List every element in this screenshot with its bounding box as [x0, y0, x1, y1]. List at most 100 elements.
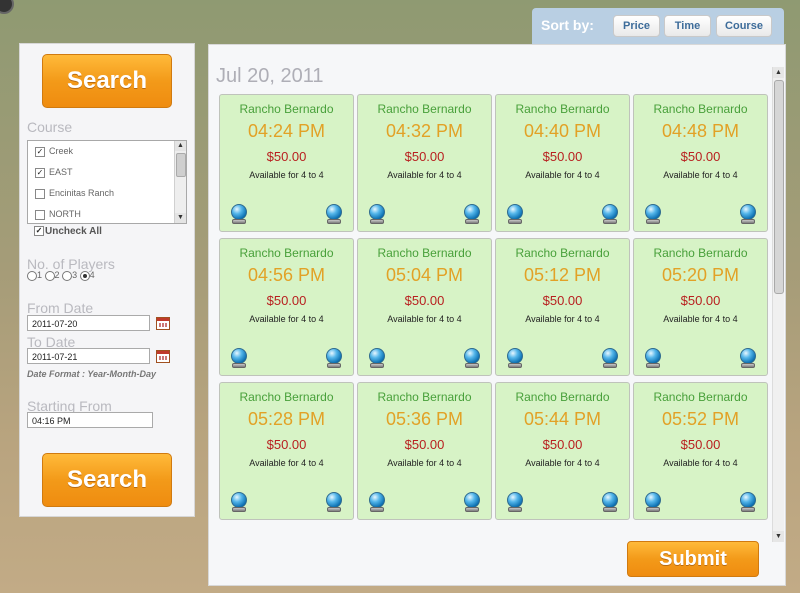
starting-from-input[interactable]: 04:16 PM — [27, 412, 153, 428]
slot-time: 04:40 PM — [523, 121, 602, 141]
tee-time-slot[interactable]: Rancho Bernardo 04:32 PM $50.00 Availabl… — [357, 94, 492, 232]
players-radio-4[interactable] — [79, 270, 90, 281]
scroll-down-icon[interactable]: ▼ — [773, 531, 784, 542]
globe-icon[interactable] — [506, 204, 524, 224]
globe-icon[interactable] — [506, 348, 524, 368]
course-list-scrollbar[interactable]: ▲ ▼ — [174, 141, 186, 223]
results-panel: Jul 20, 2011 Rancho Bernardo 04:24 PM $5… — [208, 44, 786, 586]
slot-availability: Available for 4 to 4 — [525, 170, 600, 180]
globe-icon[interactable] — [739, 492, 757, 512]
course-list[interactable]: ✓ Creek ✓ EAST Encinitas Ranch NORTH ▲ ▼ — [27, 140, 187, 224]
scroll-thumb[interactable] — [176, 153, 186, 177]
slot-price: $50.00 — [542, 437, 583, 452]
course-item-north[interactable]: NORTH — [35, 207, 81, 221]
results-scrollbar[interactable]: ▲ ▼ — [772, 67, 784, 542]
search-button-bottom[interactable]: Search — [42, 453, 172, 507]
globe-icon[interactable] — [506, 492, 524, 512]
to-date-calendar-icon[interactable] — [156, 350, 170, 363]
slot-availability: Available for 4 to 4 — [525, 458, 600, 468]
from-date-input[interactable]: 2011-07-20 — [27, 315, 150, 331]
uncheck-all[interactable]: ✓ Uncheck All — [34, 226, 102, 237]
sort-course-button[interactable]: Course — [716, 15, 772, 37]
tee-time-slot[interactable]: Rancho Bernardo 04:40 PM $50.00 Availabl… — [495, 94, 630, 232]
tee-time-slot[interactable]: Rancho Bernardo 04:56 PM $50.00 Availabl… — [219, 238, 354, 376]
slot-time: 05:04 PM — [385, 265, 464, 285]
slot-course: Rancho Bernardo — [515, 390, 610, 404]
slot-price: $50.00 — [266, 149, 307, 164]
course-checkbox[interactable] — [35, 209, 45, 220]
players-radio-3[interactable] — [62, 270, 73, 281]
tee-time-slot[interactable]: Rancho Bernardo 05:44 PM $50.00 Availabl… — [495, 382, 630, 520]
slot-time: 04:56 PM — [247, 265, 326, 285]
slot-price: $50.00 — [404, 437, 445, 452]
globe-icon[interactable] — [644, 204, 662, 224]
course-checkbox[interactable]: ✓ — [35, 167, 45, 178]
slot-course: Rancho Bernardo — [377, 390, 472, 404]
search-button-top[interactable]: Search — [42, 54, 172, 108]
scroll-up-icon[interactable]: ▲ — [175, 141, 186, 151]
globe-icon[interactable] — [230, 492, 248, 512]
globe-icon[interactable] — [601, 492, 619, 512]
course-checkbox[interactable]: ✓ — [35, 146, 45, 157]
globe-icon[interactable] — [325, 492, 343, 512]
slot-price: $50.00 — [680, 293, 721, 308]
tee-time-slot[interactable]: Rancho Bernardo 05:20 PM $50.00 Availabl… — [633, 238, 768, 376]
sort-time-button[interactable]: Time — [664, 15, 711, 37]
globe-icon[interactable] — [463, 348, 481, 368]
slot-price: $50.00 — [266, 437, 307, 452]
tee-time-slot[interactable]: Rancho Bernardo 05:12 PM $50.00 Availabl… — [495, 238, 630, 376]
slot-course: Rancho Bernardo — [239, 246, 334, 260]
slot-time: 04:48 PM — [661, 121, 740, 141]
globe-icon[interactable] — [601, 348, 619, 368]
date-format-hint: Date Format : Year-Month-Day — [27, 369, 157, 379]
players-radio-1[interactable] — [27, 270, 37, 281]
slot-course: Rancho Bernardo — [239, 390, 334, 404]
tee-time-slot[interactable]: Rancho Bernardo 05:36 PM $50.00 Availabl… — [357, 382, 492, 520]
course-item-east[interactable]: ✓ EAST — [35, 165, 73, 179]
globe-icon[interactable] — [463, 204, 481, 224]
slot-time: 04:24 PM — [247, 121, 326, 141]
slot-price: $50.00 — [404, 293, 445, 308]
slot-time: 05:28 PM — [247, 409, 326, 429]
globe-icon[interactable] — [644, 348, 662, 368]
globe-icon[interactable] — [230, 348, 248, 368]
scroll-down-icon[interactable]: ▼ — [175, 213, 186, 223]
tee-time-slot[interactable]: Rancho Bernardo 05:04 PM $50.00 Availabl… — [357, 238, 492, 376]
players-radio-2[interactable] — [44, 270, 55, 281]
slot-price: $50.00 — [680, 437, 721, 452]
globe-icon[interactable] — [368, 492, 386, 512]
globe-icon[interactable] — [368, 348, 386, 368]
to-date-input[interactable]: 2011-07-21 — [27, 348, 150, 364]
tee-time-slot[interactable]: Rancho Bernardo 05:28 PM $50.00 Availabl… — [219, 382, 354, 520]
sort-price-button[interactable]: Price — [613, 15, 660, 37]
submit-button[interactable]: Submit — [627, 541, 759, 577]
slot-time: 05:44 PM — [523, 409, 602, 429]
globe-icon[interactable] — [325, 348, 343, 368]
globe-icon[interactable] — [325, 204, 343, 224]
scroll-thumb[interactable] — [774, 80, 784, 294]
globe-icon[interactable] — [739, 204, 757, 224]
slot-price: $50.00 — [542, 293, 583, 308]
slot-availability: Available for 4 to 4 — [387, 170, 462, 180]
tee-time-slot[interactable]: Rancho Bernardo 04:48 PM $50.00 Availabl… — [633, 94, 768, 232]
course-checkbox[interactable] — [35, 188, 45, 199]
from-date-calendar-icon[interactable] — [156, 317, 170, 330]
globe-icon[interactable] — [368, 204, 386, 224]
slot-price: $50.00 — [404, 149, 445, 164]
slot-time: 04:32 PM — [385, 121, 464, 141]
tee-time-slot[interactable]: Rancho Bernardo 04:24 PM $50.00 Availabl… — [219, 94, 354, 232]
globe-icon[interactable] — [739, 348, 757, 368]
globe-icon[interactable] — [644, 492, 662, 512]
globe-icon[interactable] — [230, 204, 248, 224]
globe-icon[interactable] — [601, 204, 619, 224]
corner-dot — [0, 0, 14, 14]
slot-availability: Available for 4 to 4 — [387, 458, 462, 468]
uncheck-all-checkbox[interactable]: ✓ — [34, 226, 44, 237]
course-item-creek[interactable]: ✓ Creek — [35, 144, 73, 158]
from-date-label: From Date — [27, 300, 94, 316]
globe-icon[interactable] — [463, 492, 481, 512]
course-item-encinitas-ranch[interactable]: Encinitas Ranch — [35, 186, 114, 200]
tee-time-slot[interactable]: Rancho Bernardo 05:52 PM $50.00 Availabl… — [633, 382, 768, 520]
slot-availability: Available for 4 to 4 — [387, 314, 462, 324]
scroll-up-icon[interactable]: ▲ — [773, 67, 784, 78]
